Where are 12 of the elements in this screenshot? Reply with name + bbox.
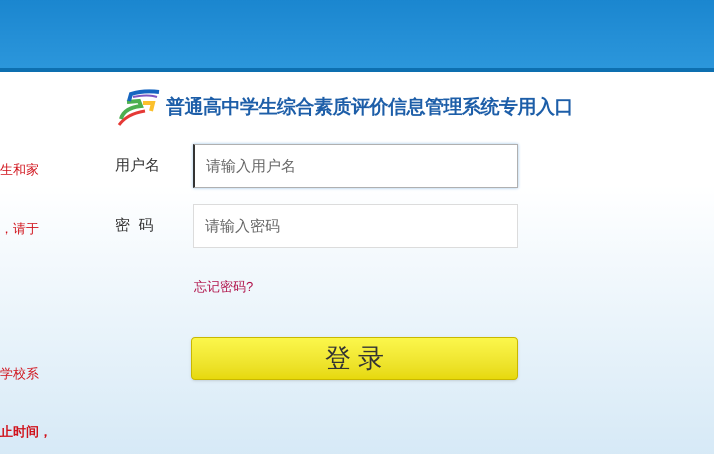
forgot-password-link[interactable]: 忘记密码? xyxy=(194,277,573,296)
notice-text: 止时间， xyxy=(0,423,52,441)
field-label: 密 码 xyxy=(115,216,154,236)
notice-text: 学校系 xyxy=(0,365,39,383)
login-button[interactable]: 登 录 xyxy=(191,336,518,380)
notice-text: 生和家 xyxy=(0,161,39,179)
field-label: 用户名 xyxy=(115,156,161,176)
input-field[interactable]: 请输入密码 xyxy=(193,204,518,248)
system-title: 普通高中学生综合素质评价信息管理系统专用入口 xyxy=(166,95,573,120)
notice-text: ，请于 xyxy=(0,220,39,238)
input-field[interactable]: 请输入用户名 xyxy=(193,144,518,188)
logo-icon xyxy=(115,89,161,127)
